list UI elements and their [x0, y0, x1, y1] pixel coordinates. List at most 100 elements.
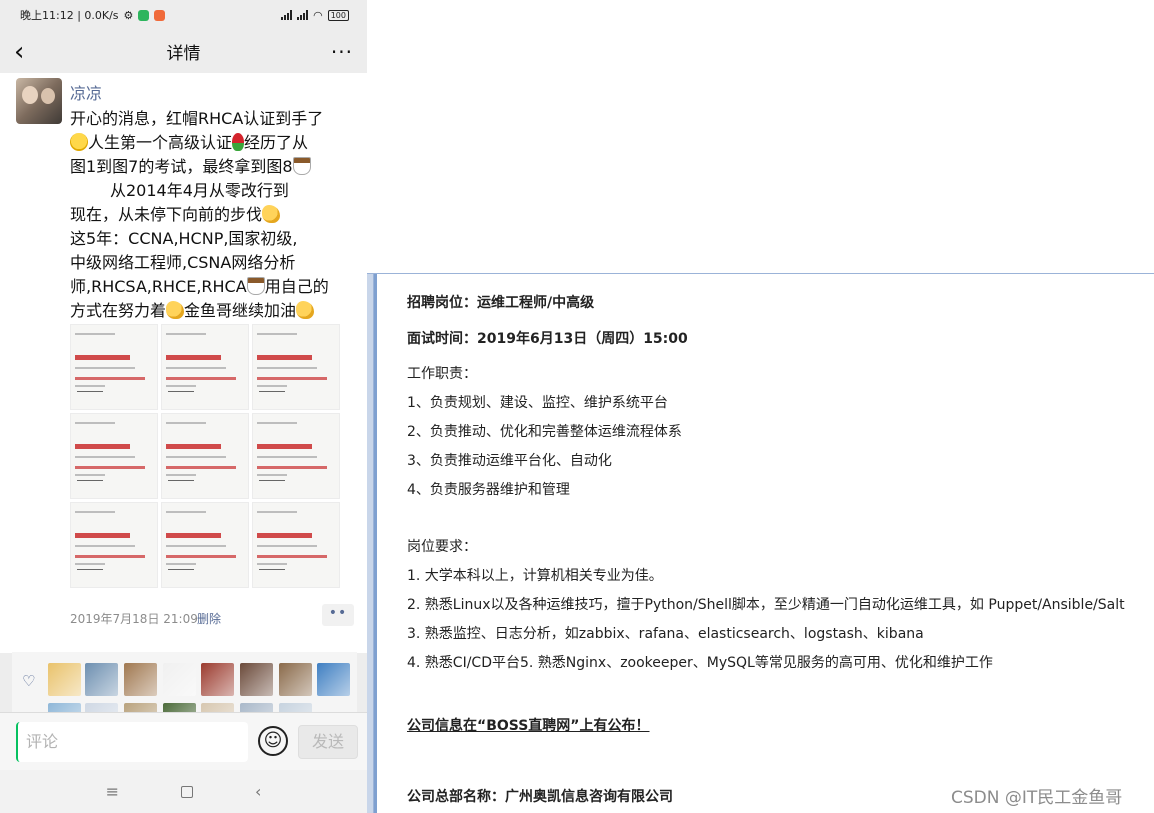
status-bar: 晚上11:12 | 0.0K/s ⚙ ◠ 100 [0, 0, 367, 30]
cert-line [257, 385, 287, 387]
muscle-emoji-icon [166, 301, 185, 319]
post-line: 方式在努力着 金鱼哥继续加油 [70, 299, 355, 323]
cert-signature [168, 480, 194, 481]
cert-line [75, 511, 115, 513]
post-line: 中级网络工程师,CSNA网络分析 [70, 251, 355, 275]
cert-line [166, 422, 206, 424]
system-nav-bar: ≡ ‹ [0, 770, 367, 813]
more-icon[interactable]: ··· [323, 40, 353, 64]
post-text-segment: 开心的消息，红帽RHCA认证到手了 [70, 109, 324, 128]
cert-line [166, 474, 196, 476]
document-window: 招聘岗位：运维工程师/中高级 面试时间：2019年6月13日（周四）15:00 … [367, 273, 1154, 813]
cert-title-bar [257, 377, 327, 380]
cert-name-bar [166, 444, 221, 449]
cert-name-bar [75, 444, 130, 449]
emoji-icon[interactable]: ☺ [258, 726, 288, 756]
post-line: 这5年：CCNA,HCNP,国家初级, [70, 227, 355, 251]
like-avatar[interactable] [124, 663, 157, 696]
delete-link[interactable]: 删除 [197, 610, 221, 627]
certificate-thumbnail[interactable] [252, 502, 340, 588]
cert-name-bar [166, 533, 221, 538]
certificate-thumbnail[interactable] [252, 413, 340, 499]
comment-bar: 评论 ☺ 发送 [0, 712, 367, 770]
menu-icon[interactable]: ≡ [106, 782, 119, 801]
requirement-item: 4. 熟悉CI/CD平台5. 熟悉Nginx、zookeeper、MySQL等常… [407, 655, 993, 671]
rose-emoji-icon [232, 133, 245, 151]
cert-signature [168, 391, 194, 392]
duty-item: 1、负责规划、建设、监控、维护系统平台 [407, 395, 668, 411]
cert-line [75, 545, 135, 547]
app-notification-icon-2 [154, 9, 166, 21]
coffee-emoji-icon [246, 277, 265, 295]
company-info: 公司信息在“BOSS直聘网”上有公布！ [407, 718, 650, 734]
system-back-icon[interactable]: ‹ [255, 782, 261, 801]
post-text-segment: 师,RHCSA,RHCE,RHCA [70, 277, 247, 296]
like-avatar[interactable] [317, 663, 350, 696]
cert-line [257, 367, 317, 369]
certificate-thumbnail[interactable] [252, 324, 340, 410]
post-line: 现在，从未停下向前的步伐 [70, 203, 355, 227]
home-icon[interactable] [181, 785, 193, 798]
cert-name-bar [75, 355, 130, 360]
certificate-thumbnail[interactable] [70, 413, 158, 499]
duty-item: 2、负责推动、优化和完善整体运维流程体系 [407, 424, 682, 440]
cert-title-bar [166, 377, 236, 380]
cert-line [75, 367, 135, 369]
cert-title-bar [75, 555, 145, 558]
cert-signature [259, 391, 285, 392]
cert-title-bar [166, 466, 236, 469]
cert-line [166, 385, 196, 387]
post-text-segment: 这5年：CCNA,HCNP,国家初级, [70, 229, 298, 248]
post-line: 人生第一个高级认证 经历了从 [70, 131, 355, 155]
like-avatar[interactable] [48, 663, 81, 696]
send-button[interactable]: 发送 [298, 725, 358, 759]
cert-name-bar [257, 444, 312, 449]
like-avatar[interactable] [85, 663, 118, 696]
cert-title-bar [75, 377, 145, 380]
username[interactable]: 凉凉 [70, 80, 102, 104]
cert-line [75, 474, 105, 476]
image-grid [70, 324, 340, 588]
app-notification-icon [138, 9, 150, 21]
post-line: 从2014年4月从零改行到 [70, 179, 355, 203]
muscle-emoji-icon [296, 301, 315, 319]
post-text-segment: 中级网络工程师,CSNA网络分析 [70, 253, 296, 272]
cert-line [166, 545, 226, 547]
cert-line [75, 385, 105, 387]
post-text-segment: 人生第一个高级认证 [88, 133, 233, 152]
certificate-thumbnail[interactable] [70, 502, 158, 588]
certificate-thumbnail[interactable] [70, 324, 158, 410]
comment-action-button[interactable]: •• [322, 604, 354, 626]
cert-title-bar [257, 466, 327, 469]
document-edge [367, 274, 377, 813]
cert-line [75, 456, 135, 458]
coffee-emoji-icon [292, 157, 311, 175]
cert-line [257, 545, 317, 547]
screen: 晚上11:12 | 0.0K/s ⚙ ◠ 100 ‹ 详情 ··· 凉凉 开心的… [0, 0, 1154, 813]
like-avatar[interactable] [201, 663, 234, 696]
cert-line [166, 367, 226, 369]
like-avatar[interactable] [279, 663, 312, 696]
post-text-segment: 经历了从 [244, 133, 309, 152]
certificate-thumbnail[interactable] [161, 502, 249, 588]
status-left: 晚上11:12 | 0.0K/s ⚙ [20, 7, 166, 23]
cert-signature [259, 480, 285, 481]
certificate-thumbnail[interactable] [161, 413, 249, 499]
cert-line [75, 563, 105, 565]
avatar[interactable] [16, 78, 62, 124]
post-text-segment: 图1到图7的考试，最终拿到图8 [70, 157, 293, 176]
cert-signature [259, 569, 285, 570]
like-avatar[interactable] [163, 663, 196, 696]
requirements-title: 岗位要求： [407, 539, 477, 555]
post-line: 师,RHCSA,RHCE,RHCA 用自己的 [70, 275, 355, 299]
like-avatar[interactable] [240, 663, 273, 696]
cert-name-bar [257, 533, 312, 538]
cert-line [257, 422, 297, 424]
back-icon[interactable]: ‹ [14, 39, 44, 65]
comment-input[interactable]: 评论 [16, 722, 248, 762]
certificate-thumbnail[interactable] [161, 324, 249, 410]
page-title: 详情 [166, 44, 201, 64]
duty-item: 3、负责推动运维平台化、自动化 [407, 453, 612, 469]
cert-line [257, 511, 297, 513]
cert-line [257, 563, 287, 565]
